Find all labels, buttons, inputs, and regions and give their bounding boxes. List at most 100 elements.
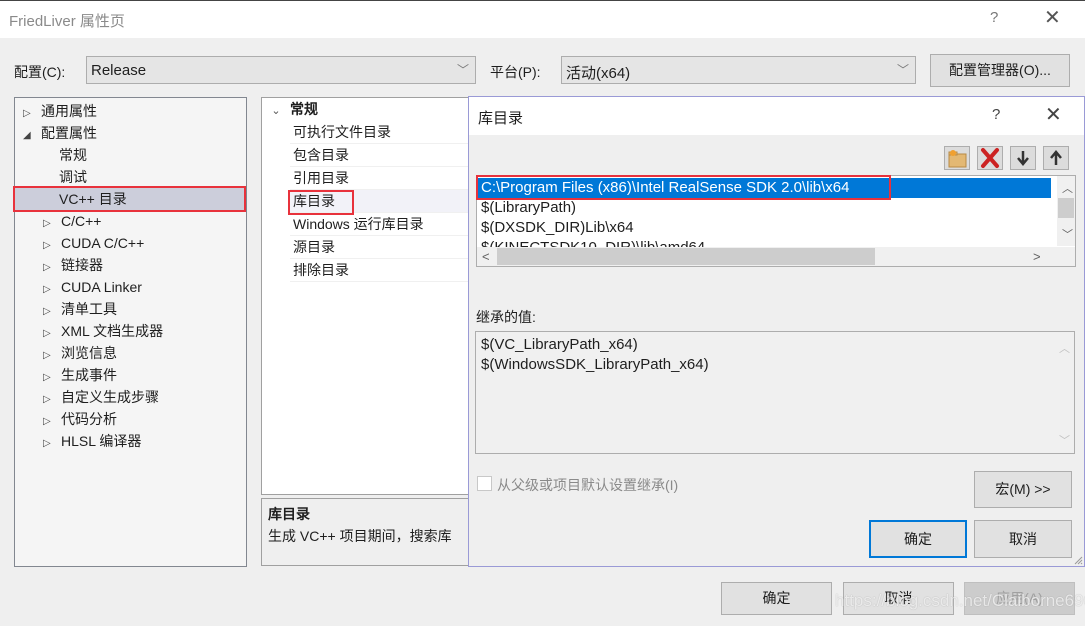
description-title: 库目录 bbox=[268, 506, 310, 522]
dialog-title-bar: 库目录 ? ✕ bbox=[469, 97, 1084, 135]
tree-item-c-cpp[interactable]: ▷ C/C++ bbox=[43, 210, 101, 232]
inherited-values-box: $(VC_LibraryPath_x64) $(WindowsSDK_Libra… bbox=[475, 331, 1075, 454]
tree-item-label: 自定义生成步骤 bbox=[61, 389, 159, 405]
tree-item-label: 浏览信息 bbox=[61, 345, 117, 361]
tree-item-label: 生成事件 bbox=[61, 367, 117, 383]
move-down-button[interactable] bbox=[1010, 146, 1036, 170]
ok-button[interactable]: 确定 bbox=[721, 582, 832, 615]
list-item[interactable]: $(LibraryPath) bbox=[481, 198, 576, 218]
tree-item-label: CUDA Linker bbox=[61, 279, 142, 295]
grid-row-source-dirs[interactable]: 源目录 bbox=[290, 236, 472, 259]
inherit-checkbox[interactable] bbox=[477, 476, 492, 491]
macros-button[interactable]: 宏(M) >> bbox=[974, 471, 1072, 508]
close-icon[interactable]: ✕ bbox=[1044, 5, 1061, 30]
tree-item-build-events[interactable]: ▷ 生成事件 bbox=[43, 364, 117, 386]
library-dirs-dialog: 库目录 ? ✕ C:\Program Files (x86)\Intel Rea… bbox=[468, 96, 1085, 567]
tree-item-label: C/C++ bbox=[61, 213, 102, 229]
inherit-checkbox-label: 从父级或项目默认设置继承(I) bbox=[497, 477, 679, 493]
scrollbar-thumb[interactable] bbox=[1058, 198, 1074, 218]
list-horizontal-scrollbar[interactable]: < > bbox=[477, 247, 1075, 266]
grid-category-general[interactable]: ⌄ 常规 bbox=[262, 98, 472, 121]
tree-item-general[interactable]: 常规 bbox=[59, 144, 87, 166]
apply-button: 应用(A) bbox=[964, 582, 1075, 615]
inherited-values-label: 继承的值: bbox=[476, 309, 536, 325]
tree-item-label: 调试 bbox=[59, 169, 87, 185]
arrow-down-icon bbox=[1017, 151, 1029, 166]
tree-item-label: VC++ 目录 bbox=[59, 191, 127, 207]
config-dropdown[interactable]: Release ﹀ bbox=[86, 56, 476, 84]
scrollbar-thumb[interactable] bbox=[497, 248, 875, 265]
chevron-down-icon: ﹀ bbox=[456, 63, 469, 77]
tree-item-xml-doc-generator[interactable]: ▷ XML 文档生成器 bbox=[43, 320, 163, 342]
directories-list[interactable]: C:\Program Files (x86)\Intel RealSense S… bbox=[476, 175, 1076, 267]
grid-row-library-dirs[interactable]: 库目录 bbox=[290, 190, 472, 213]
grid-row-executable-dirs[interactable]: 可执行文件目录 bbox=[290, 121, 472, 144]
tree-item-debugging[interactable]: 调试 bbox=[59, 166, 87, 188]
tree-item-code-analysis[interactable]: ▷ 代码分析 bbox=[43, 408, 117, 430]
resize-grip-icon[interactable] bbox=[1073, 555, 1083, 565]
tree-item-cuda-c-cpp[interactable]: ▷ CUDA C/C++ bbox=[43, 232, 144, 254]
list-item[interactable]: $(DXSDK_DIR)Lib\x64 bbox=[481, 218, 634, 238]
list-vertical-scrollbar[interactable]: ︿ ﹀ bbox=[1057, 176, 1075, 246]
tree-item-label: CUDA C/C++ bbox=[61, 235, 145, 251]
scroll-left-icon[interactable]: < bbox=[482, 249, 490, 264]
platform-label: 平台(P): bbox=[490, 64, 541, 80]
tree-item-label: 配置属性 bbox=[41, 125, 97, 141]
tree-item-linker[interactable]: ▷ 链接器 bbox=[43, 254, 103, 276]
tree-item-label: 通用属性 bbox=[41, 103, 97, 119]
collapse-icon[interactable]: ◢ bbox=[23, 125, 41, 147]
scroll-up-icon[interactable]: ︿ bbox=[1062, 180, 1073, 196]
tree-item-manifest-tool[interactable]: ▷ 清单工具 bbox=[43, 298, 117, 320]
tree-item-label: 链接器 bbox=[61, 257, 103, 273]
property-grid: ⌄ 常规 可执行文件目录 包含目录 引用目录 库目录 Windows 运行库目录 … bbox=[261, 97, 473, 495]
tree-item-label: 清单工具 bbox=[61, 301, 117, 317]
config-label: 配置(C): bbox=[14, 64, 66, 80]
config-value: Release bbox=[91, 62, 147, 79]
dialog-close-icon[interactable]: ✕ bbox=[1045, 102, 1062, 127]
scroll-right-icon[interactable]: > bbox=[1033, 249, 1041, 264]
help-button[interactable]: ? bbox=[990, 9, 998, 26]
tree-item-cuda-linker[interactable]: ▷ CUDA Linker bbox=[43, 276, 142, 298]
delete-line-button[interactable] bbox=[977, 146, 1003, 170]
list-item-selected[interactable]: C:\Program Files (x86)\Intel RealSense S… bbox=[478, 178, 1051, 198]
chevron-down-icon: ﹀ bbox=[896, 63, 909, 77]
delete-icon bbox=[981, 148, 999, 168]
inherited-value: $(WindowsSDK_LibraryPath_x64) bbox=[481, 356, 709, 373]
tree-item-vc-directories[interactable]: VC++ 目录 bbox=[15, 188, 246, 210]
cancel-button[interactable]: 取消 bbox=[843, 582, 954, 615]
scroll-down-icon[interactable]: ﹀ bbox=[1059, 432, 1070, 448]
dialog-help-button[interactable]: ? bbox=[992, 106, 1000, 123]
expand-icon[interactable]: ▷ bbox=[43, 433, 61, 455]
tree-item-label: 代码分析 bbox=[61, 411, 117, 427]
tree-item-custom-build-step[interactable]: ▷ 自定义生成步骤 bbox=[43, 386, 159, 408]
grid-row-exclude-dirs[interactable]: 排除目录 bbox=[290, 259, 472, 282]
description-panel: 库目录 生成 VC++ 项目期间，搜索库 bbox=[261, 498, 473, 566]
dialog-title: 库目录 bbox=[478, 110, 524, 127]
tree-item-hlsl-compiler[interactable]: ▷ HLSL 编译器 bbox=[43, 430, 141, 452]
platform-dropdown[interactable]: 活动(x64) ﹀ bbox=[561, 56, 916, 84]
dialog-cancel-button[interactable]: 取消 bbox=[974, 520, 1072, 558]
grid-row-reference-dirs[interactable]: 引用目录 bbox=[290, 167, 472, 190]
tree-item-browse-info[interactable]: ▷ 浏览信息 bbox=[43, 342, 117, 364]
tree-item-label: HLSL 编译器 bbox=[61, 433, 142, 449]
tree-item-label: XML 文档生成器 bbox=[61, 323, 164, 339]
dialog-ok-button[interactable]: 确定 bbox=[869, 520, 967, 558]
grid-row-include-dirs[interactable]: 包含目录 bbox=[290, 144, 472, 167]
tree-item-common-properties[interactable]: ▷ 通用属性 bbox=[23, 100, 97, 122]
scroll-down-icon[interactable]: ﹀ bbox=[1062, 226, 1073, 242]
window-title: FriedLiver 属性页 bbox=[9, 13, 125, 30]
window-title-bar: FriedLiver 属性页 ? ✕ bbox=[0, 0, 1085, 38]
move-up-button[interactable] bbox=[1043, 146, 1069, 170]
new-folder-icon bbox=[948, 150, 967, 168]
description-text: 生成 VC++ 项目期间，搜索库 bbox=[268, 528, 452, 544]
config-manager-button[interactable]: 配置管理器(O)... bbox=[930, 54, 1070, 87]
tree-item-config-properties[interactable]: ◢ 配置属性 bbox=[23, 122, 97, 144]
grid-row-winrt-dirs[interactable]: Windows 运行库目录 bbox=[290, 213, 472, 236]
grid-category-label: 常规 bbox=[290, 101, 318, 117]
arrow-up-icon bbox=[1050, 150, 1062, 165]
chevron-down-icon[interactable]: ⌄ bbox=[262, 100, 290, 123]
new-line-button[interactable] bbox=[944, 146, 970, 170]
grid-gutter bbox=[262, 121, 290, 305]
platform-value: 活动(x64) bbox=[566, 65, 631, 82]
scroll-up-icon[interactable]: ︿ bbox=[1059, 340, 1070, 356]
